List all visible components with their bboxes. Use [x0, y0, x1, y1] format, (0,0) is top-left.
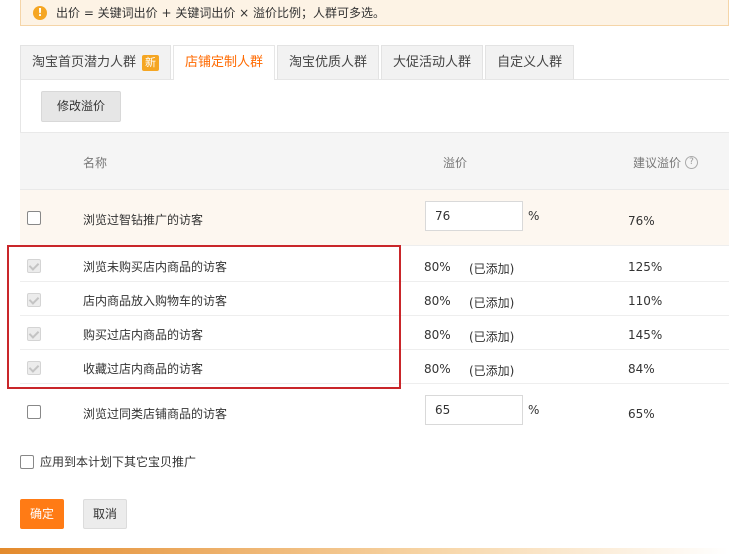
toolbar: 修改溢价 [20, 80, 729, 132]
tab-label: 淘宝首页潜力人群 [32, 54, 137, 70]
column-header-premium: 溢价 [443, 156, 468, 170]
tab-store-custom[interactable]: 店铺定制人群 [173, 45, 276, 80]
tab-label: 淘宝优质人群 [289, 54, 368, 70]
suggested-premium: 76% [628, 214, 655, 228]
row-checkbox[interactable] [27, 211, 41, 225]
premium-input[interactable] [425, 395, 523, 425]
added-status: (已添加) [469, 364, 515, 378]
suggested-premium: 145% [628, 328, 663, 342]
tab-label: 店铺定制人群 [185, 55, 264, 70]
apply-all-label: 应用到本计划下其它宝贝推广 [40, 455, 197, 469]
table-row: 浏览过同类店铺商品的访客 % 65% [20, 384, 729, 438]
premium-value: 80% [424, 362, 451, 376]
column-header-suggested: 建议溢价 ? [633, 154, 699, 171]
confirm-button[interactable]: 确定 [20, 499, 64, 529]
modify-premium-button[interactable]: 修改溢价 [41, 91, 121, 122]
highlight-box [7, 245, 401, 389]
column-header-suggested-label: 建议溢价 [633, 156, 682, 170]
premium-input[interactable] [425, 201, 523, 231]
suggested-premium: 125% [628, 260, 663, 274]
column-header-name: 名称 [83, 156, 108, 170]
tab-custom-audience[interactable]: 自定义人群 [485, 45, 575, 79]
suggested-premium: 84% [628, 362, 655, 376]
tab-taobao-homepage-potential[interactable]: 淘宝首页潜力人群 新 [20, 45, 172, 79]
notice-text: 出价 = 关键词出价 + 关键词出价 × 溢价比例；人群可多选。 [56, 6, 386, 20]
suggested-premium: 65% [628, 407, 655, 421]
apply-all-checkbox[interactable] [20, 454, 34, 469]
row-name: 浏览过同类店铺商品的访客 [83, 407, 228, 421]
row-name: 浏览过智钻推广的访客 [83, 213, 204, 227]
bottom-decoration [0, 548, 729, 554]
tab-bar: 淘宝首页潜力人群 新 店铺定制人群 淘宝优质人群 大促活动人群 自定义人群 [20, 45, 729, 80]
percent-unit: % [528, 209, 540, 223]
cancel-button[interactable]: 取消 [83, 499, 127, 529]
added-status: (已添加) [469, 296, 515, 310]
suggested-premium: 110% [628, 294, 663, 308]
premium-value: 80% [424, 328, 451, 342]
help-icon[interactable]: ? [685, 156, 699, 169]
premium-value: 80% [424, 294, 451, 308]
tab-label: 自定义人群 [497, 54, 563, 70]
table-row: 浏览过智钻推广的访客 % 76% [20, 190, 729, 246]
notice-bar: ! 出价 = 关键词出价 + 关键词出价 × 溢价比例；人群可多选。 [20, 0, 729, 26]
row-checkbox[interactable] [27, 405, 41, 419]
table-header: 名称 溢价 建议溢价 ? [20, 132, 729, 190]
tab-taobao-quality[interactable]: 淘宝优质人群 [277, 45, 380, 79]
premium-value: 80% [424, 260, 451, 274]
exclamation-icon: ! [33, 5, 47, 20]
added-status: (已添加) [469, 330, 515, 344]
added-status: (已添加) [469, 262, 515, 276]
new-badge: 新 [142, 54, 160, 71]
apply-all-option[interactable]: 应用到本计划下其它宝贝推广 [20, 453, 196, 470]
tab-label: 大促活动人群 [393, 54, 472, 70]
tab-promotion-event[interactable]: 大促活动人群 [381, 45, 484, 79]
percent-unit: % [528, 403, 540, 417]
